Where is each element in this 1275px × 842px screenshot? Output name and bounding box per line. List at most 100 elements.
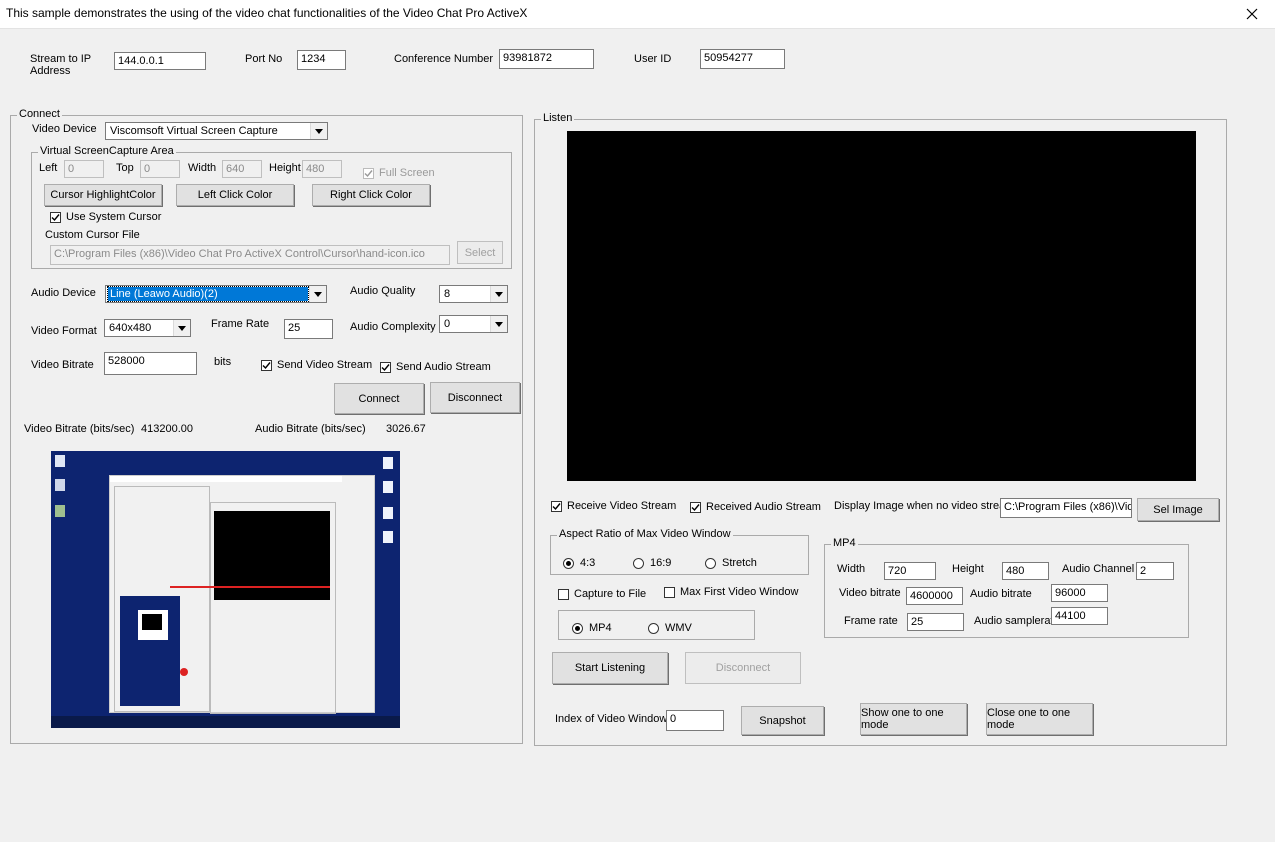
mp4-audio-bitrate-input[interactable]: 96000	[1051, 584, 1108, 602]
receive-video-checkbox[interactable]: Receive Video Stream	[551, 500, 676, 512]
vsc-width-input[interactable]: 640	[222, 160, 262, 178]
custom-cursor-input[interactable]: C:\Program Files (x86)\Video Chat Pro Ac…	[50, 245, 450, 265]
index-video-window-input[interactable]: 0	[666, 710, 724, 731]
chevron-down-icon	[310, 123, 327, 139]
window-title: This sample demonstrates the using of th…	[6, 6, 528, 20]
audio-quality-select[interactable]: 8	[439, 285, 508, 303]
sel-image-button[interactable]: Sel Image	[1137, 498, 1219, 521]
listen-disconnect-button[interactable]: Disconnect	[685, 652, 801, 684]
display-image-input[interactable]: C:\Program Files (x86)\Video Chat Pro Ac…	[1000, 498, 1132, 518]
frame-rate-label: Frame Rate	[211, 318, 270, 330]
vsc-top-label: Top	[116, 162, 134, 174]
desktop-icon	[383, 481, 393, 493]
audio-device-label: Audio Device	[31, 287, 96, 299]
mp4-height-input[interactable]: 480	[1002, 562, 1049, 580]
mp4-width-input[interactable]: 720	[884, 562, 936, 580]
audio-bitrate-stat-value: 3026.67	[386, 423, 426, 435]
max-first-video-checkbox[interactable]: Max First Video Window	[664, 586, 798, 598]
start-listening-button[interactable]: Start Listening	[552, 652, 668, 684]
stream-ip-input[interactable]: 144.0.0.1	[114, 52, 206, 70]
aspect-4-3-label: 4:3	[580, 557, 596, 569]
format-wmv-radio[interactable]: WMV	[648, 622, 692, 634]
use-system-cursor-checkbox[interactable]: Use System Cursor	[50, 211, 161, 223]
disconnect-button[interactable]: Disconnect	[430, 382, 520, 413]
send-video-stream-checkbox[interactable]: Send Video Stream	[261, 359, 372, 371]
mp4-audio-bitrate-label: Audio bitrate	[970, 588, 1032, 600]
checkbox-icon	[664, 586, 675, 598]
video-format-select[interactable]: 640x480	[104, 319, 191, 337]
format-mp4-radio[interactable]: MP4	[572, 622, 612, 634]
mp4-group-title: MP4	[831, 537, 858, 549]
full-screen-checkbox[interactable]: Full Screen	[363, 167, 435, 179]
mp4-audio-samplerate-input[interactable]: 44100	[1051, 607, 1108, 625]
desktop-icon	[383, 531, 393, 543]
video-device-select[interactable]: Viscomsoft Virtual Screen Capture	[105, 122, 328, 140]
check-icon	[363, 167, 374, 179]
index-video-window-label: Index of Video Window	[555, 713, 668, 725]
radio-icon	[633, 557, 644, 569]
cursor-highlight-color-button[interactable]: Cursor HighlightColor	[44, 184, 162, 206]
aspect-ratio-title: Aspect Ratio of Max Video Window	[557, 528, 733, 540]
mp4-audio-samplerate-label: Audio samplerate	[974, 615, 1060, 627]
audio-device-select[interactable]: Line (Leawo Audio)(2)	[105, 285, 327, 303]
close-button[interactable]	[1229, 0, 1275, 28]
mp4-video-bitrate-input[interactable]: 4600000	[906, 587, 963, 605]
taskbar	[51, 716, 400, 728]
custom-cursor-label: Custom Cursor File	[45, 229, 140, 241]
vsc-height-input[interactable]: 480	[302, 160, 342, 178]
aspect-16-9-radio[interactable]: 16:9	[633, 557, 671, 569]
video-device-label: Video Device	[32, 123, 97, 135]
stream-ip-label: Stream to IP	[30, 53, 92, 65]
aspect-16-9-label: 16:9	[650, 557, 672, 569]
vsc-left-label: Left	[39, 162, 58, 174]
close-one-to-one-button[interactable]: Close one to one mode	[986, 703, 1093, 735]
desktop-icon	[383, 507, 393, 519]
video-bitrate-label: Video Bitrate	[31, 359, 94, 371]
max-first-video-label: Max First Video Window	[680, 586, 799, 598]
mp4-audio-channel-input[interactable]: 2	[1136, 562, 1174, 580]
remote-video-view[interactable]	[567, 131, 1196, 481]
audio-complexity-select[interactable]: 0	[439, 315, 508, 333]
desktop-icon	[55, 479, 65, 491]
aspect-stretch-label: Stretch	[722, 557, 757, 569]
stream-ip-label-2: Address	[30, 65, 71, 77]
conference-input[interactable]: 93981872	[499, 49, 594, 69]
radio-icon	[648, 622, 659, 634]
radio-selected-icon	[563, 557, 574, 569]
full-screen-label: Full Screen	[379, 167, 435, 179]
send-video-stream-label: Send Video Stream	[277, 359, 373, 371]
receive-video-label: Receive Video Stream	[567, 500, 677, 512]
connect-button[interactable]: Connect	[334, 383, 424, 414]
capture-to-file-checkbox[interactable]: Capture to File	[558, 588, 646, 600]
aspect-4-3-radio[interactable]: 4:3	[563, 557, 595, 569]
check-icon	[551, 500, 562, 512]
vsc-left-input[interactable]: 0	[64, 160, 104, 178]
select-cursor-button[interactable]: Select	[457, 241, 503, 264]
vsc-top-input[interactable]: 0	[140, 160, 180, 178]
mp4-frame-rate-input[interactable]: 25	[907, 613, 964, 631]
check-icon	[690, 501, 701, 513]
video-device-value: Viscomsoft Virtual Screen Capture	[110, 125, 278, 137]
video-format-value: 640x480	[109, 322, 152, 334]
right-click-color-button[interactable]: Right Click Color	[312, 184, 430, 206]
snapshot-button[interactable]: Snapshot	[741, 706, 824, 735]
video-bitrate-input[interactable]: 528000	[104, 352, 197, 375]
port-input[interactable]: 1234	[297, 50, 346, 70]
chevron-down-icon	[309, 286, 326, 302]
receive-audio-label: Received Audio Stream	[706, 501, 821, 513]
send-audio-stream-checkbox[interactable]: Send Audio Stream	[380, 361, 491, 373]
desktop-icon	[55, 505, 65, 517]
check-icon	[380, 361, 391, 373]
left-click-color-button[interactable]: Left Click Color	[176, 184, 294, 206]
mp4-width-label: Width	[837, 563, 866, 575]
mp4-frame-rate-label: Frame rate	[844, 615, 898, 627]
aspect-stretch-radio[interactable]: Stretch	[705, 557, 757, 569]
user-id-input[interactable]: 50954277	[700, 49, 785, 69]
audio-complexity-value: 0	[444, 318, 451, 330]
bits-label: bits	[214, 356, 232, 368]
show-one-to-one-button[interactable]: Show one to one mode	[860, 703, 967, 735]
desktop-icon	[383, 457, 393, 469]
frame-rate-input[interactable]: 25	[284, 319, 333, 339]
check-icon	[50, 211, 61, 223]
receive-audio-checkbox[interactable]: Received Audio Stream	[690, 501, 821, 513]
